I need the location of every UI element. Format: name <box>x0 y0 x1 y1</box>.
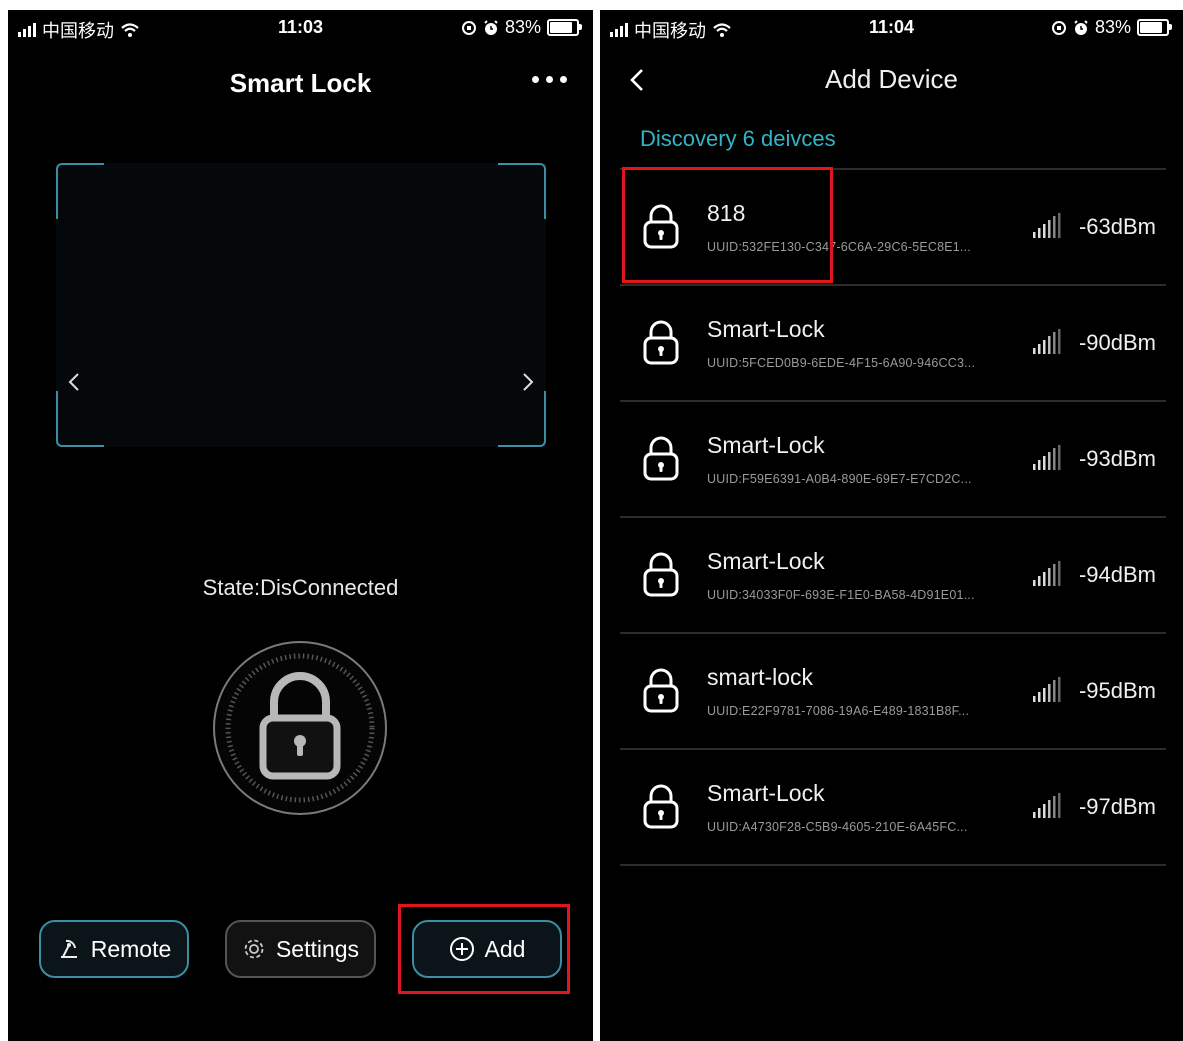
padlock-icon <box>640 550 682 598</box>
chevron-right-icon[interactable] <box>514 369 540 395</box>
battery-icon <box>547 19 582 36</box>
status-bar: 中国移动 11:03 83% <box>8 10 593 46</box>
battery-percent: 83% <box>1094 17 1131 37</box>
more-icon[interactable] <box>532 76 567 83</box>
lock-rotation-icon <box>461 20 476 35</box>
discovery-count: Discovery 6 deivces <box>640 126 836 151</box>
frame-corner <box>56 391 104 447</box>
frame-corner <box>498 391 546 447</box>
device-uuid: UUID:532FE130-C347-6C6A-29C6-5EC8E1... <box>707 240 971 254</box>
device-rssi: -97dBm <box>1078 794 1156 819</box>
device-row[interactable]: smart-lock UUID:E22F9781-7086-19A6-E489-1… <box>620 634 1166 750</box>
remote-label: Remote <box>90 935 172 962</box>
device-name: smart-lock <box>707 664 814 690</box>
page-title: Add Device <box>825 64 958 94</box>
padlock-icon <box>640 434 682 482</box>
smart-lock-screen: 中国移动 11:03 83% Smart Lock State:DisConne… <box>8 10 593 1041</box>
device-name: Smart-Lock <box>707 548 825 574</box>
add-device-screen: 中国移动 11:04 83% Add Device Discovery 6 de… <box>600 10 1183 1041</box>
page-title: Smart Lock <box>229 68 372 98</box>
add-button[interactable]: Add <box>412 920 562 978</box>
add-label: Add <box>484 935 526 962</box>
device-name: Smart-Lock <box>707 316 825 342</box>
remote-button[interactable]: Remote <box>39 920 189 978</box>
frame-corner <box>498 163 546 219</box>
alarm-icon <box>1074 19 1088 35</box>
device-rssi: -95dBm <box>1078 678 1156 703</box>
device-uuid: UUID:E22F9781-7086-19A6-E489-1831B8F... <box>707 704 970 718</box>
padlock-icon <box>640 782 682 830</box>
battery-percent: 83% <box>504 17 541 37</box>
device-name: Smart-Lock <box>707 780 825 806</box>
alarm-icon <box>484 19 498 35</box>
device-uuid: UUID:5FCED0B9-6EDE-4F15-6A90-946CC3... <box>707 356 976 370</box>
padlock-icon[interactable] <box>212 640 388 816</box>
device-rssi: -94dBm <box>1078 562 1156 587</box>
device-name: 818 <box>707 200 746 226</box>
settings-label: Settings <box>275 935 360 962</box>
rssi-bars-icon <box>1031 444 1063 472</box>
padlock-icon <box>640 318 682 366</box>
settings-button[interactable]: Settings <box>225 920 376 978</box>
lock-rotation-icon <box>1051 20 1066 35</box>
rssi-bars-icon <box>1031 792 1063 820</box>
device-row[interactable]: Smart-Lock UUID:5FCED0B9-6EDE-4F15-6A90-9… <box>620 286 1166 402</box>
chevron-left-icon[interactable] <box>62 369 88 395</box>
device-row[interactable]: Smart-Lock UUID:34033F0F-693E-F1E0-BA58-4… <box>620 518 1166 634</box>
device-name: Smart-Lock <box>707 432 825 458</box>
device-uuid: UUID:A4730F28-C5B9-4605-210E-6A45FC... <box>707 820 968 834</box>
device-row[interactable]: 818 UUID:532FE130-C347-6C6A-29C6-5EC8E1..… <box>620 170 1166 286</box>
device-row[interactable]: Smart-Lock UUID:A4730F28-C5B9-4605-210E-6… <box>620 750 1166 866</box>
rssi-bars-icon <box>1031 328 1063 356</box>
gear-icon <box>244 939 264 959</box>
battery-icon <box>1137 19 1172 36</box>
device-rssi: -63dBm <box>1078 214 1156 239</box>
connection-state: State:DisConnected <box>202 575 399 600</box>
device-list: 818 UUID:532FE130-C347-6C6A-29C6-5EC8E1..… <box>620 168 1166 866</box>
remote-icon <box>60 939 77 958</box>
device-uuid: UUID:34033F0F-693E-F1E0-BA58-4D91E01... <box>707 588 975 602</box>
status-bar: 中国移动 11:04 83% <box>600 10 1183 46</box>
device-uuid: UUID:F59E6391-A0B4-890E-69E7-E7CD2C... <box>707 472 972 486</box>
plus-circle-icon <box>449 937 474 961</box>
padlock-icon <box>640 202 682 250</box>
device-rssi: -90dBm <box>1078 330 1156 355</box>
device-rssi: -93dBm <box>1078 446 1156 471</box>
device-row[interactable]: Smart-Lock UUID:F59E6391-A0B4-890E-69E7-E… <box>620 402 1166 518</box>
rssi-bars-icon <box>1031 676 1063 704</box>
frame-corner <box>56 163 104 219</box>
device-carousel <box>56 163 546 447</box>
rssi-bars-icon <box>1031 212 1063 240</box>
padlock-icon <box>640 666 682 714</box>
rssi-bars-icon <box>1031 560 1063 588</box>
